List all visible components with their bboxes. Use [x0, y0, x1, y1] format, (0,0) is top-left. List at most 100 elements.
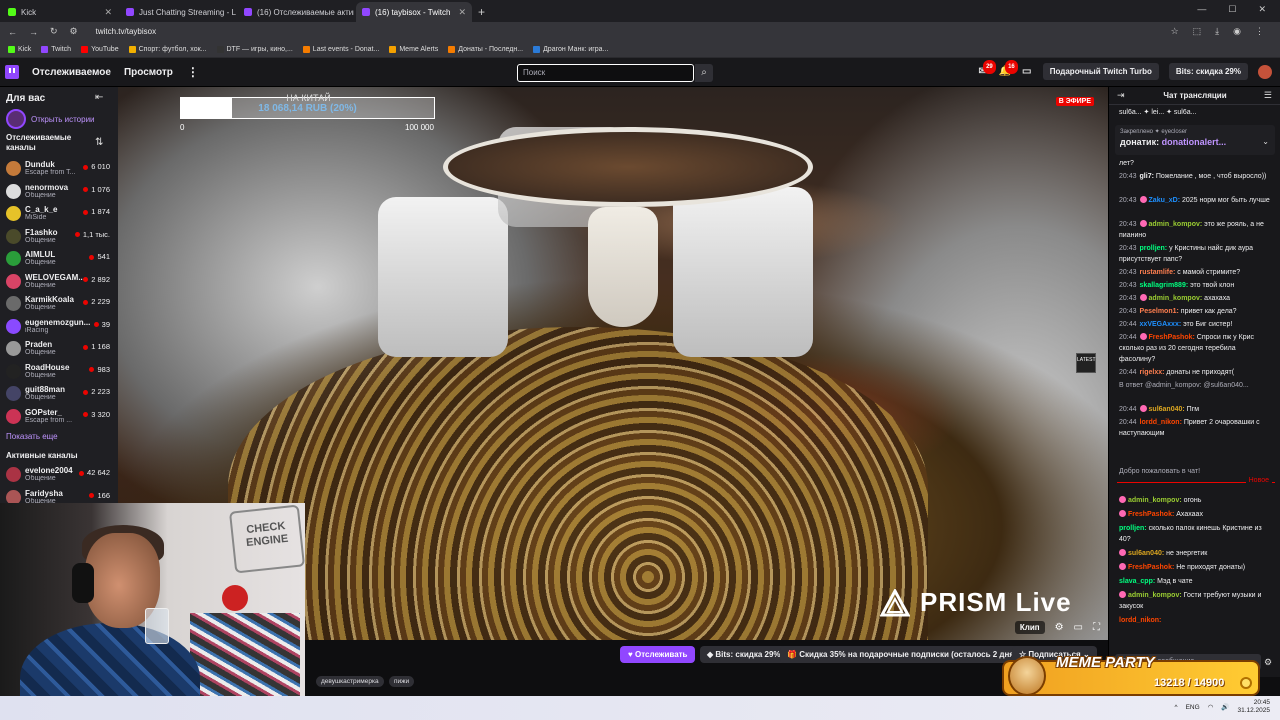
message-username[interactable]: xxVEGAxxx: — [1140, 321, 1182, 328]
message-username[interactable]: FreshPashok: — [1149, 334, 1195, 341]
collapse-sidebar-icon[interactable]: ⇤ — [95, 92, 103, 103]
bookmark-item[interactable]: Kick — [8, 45, 31, 53]
new-tab-button[interactable]: + — [478, 2, 485, 22]
downloads-icon[interactable]: ⤓ — [1215, 26, 1219, 37]
message-username[interactable]: admin_kompov: — [1149, 221, 1203, 228]
search-button[interactable]: ⌕ — [695, 64, 713, 82]
chat-settings-icon[interactable]: ⚙ — [1264, 657, 1272, 668]
notifications-icon[interactable]: 🔔16 — [999, 59, 1018, 78]
wifi-icon[interactable]: ◠ — [1208, 703, 1214, 711]
bits-discount-button[interactable]: Bits: скидка 29% — [1168, 63, 1248, 80]
profile-icon[interactable]: ◉ — [1233, 26, 1241, 37]
pinned-link[interactable]: donationalert... — [1162, 137, 1227, 147]
sidebar-channel-item[interactable]: WELOVEGAM... Общение 2 892 — [6, 271, 110, 293]
user-avatar[interactable] — [1258, 64, 1272, 79]
sidebar-channel-item[interactable]: C_a_k_e MiSide 1 874 — [6, 203, 110, 225]
message-username[interactable]: sul6an040: — [1128, 550, 1164, 557]
inbox-icon[interactable]: ✉ 29 — [977, 59, 996, 78]
bookmark-item[interactable]: Meme Alerts — [389, 45, 438, 53]
message-username[interactable]: rigelxx: — [1140, 369, 1165, 376]
sidebar-channel-item[interactable]: GOPster_ Escape from ... 3 320 — [6, 406, 110, 428]
gift-turbo-button[interactable]: Подарочный Twitch Turbo — [1042, 63, 1159, 80]
bits-button[interactable]: ◆ Bits: скидка 29% — [700, 646, 788, 663]
message-username[interactable]: slava_cpp: — [1119, 578, 1155, 585]
sidebar-channel-item[interactable]: guit88man Общение 2 223 — [6, 383, 110, 405]
nav-following[interactable]: Отслеживаемое — [32, 67, 111, 78]
bookmark-item[interactable]: YouTube — [81, 45, 119, 53]
close-tab-icon[interactable]: ✕ — [104, 7, 112, 18]
url-field[interactable]: twitch.tv/taybisox — [96, 27, 156, 36]
bookmark-item[interactable]: Twitch — [41, 45, 71, 53]
more-dots-icon[interactable]: ⋮ — [187, 65, 199, 79]
close-window-icon[interactable]: ✕ — [1258, 4, 1266, 15]
bookmark-item[interactable]: Донаты - Последн... — [448, 45, 523, 53]
tag-chip[interactable]: пижи — [389, 676, 415, 687]
forward-icon[interactable]: → — [29, 27, 38, 37]
follow-button[interactable]: ♥ Отслеживать — [620, 646, 696, 663]
sidebar-channel-item[interactable]: eugenemozgun... iRacing 39 — [6, 316, 110, 338]
back-icon[interactable]: ← — [8, 27, 17, 37]
message-username[interactable]: Peselmon1: — [1140, 308, 1179, 315]
search-input[interactable]: Поиск — [517, 64, 694, 82]
tray-chevron-icon[interactable]: ^ — [1175, 704, 1178, 711]
maximize-icon[interactable]: ☐ — [1228, 4, 1236, 15]
whispers-icon[interactable]: ▭ — [1021, 66, 1033, 78]
pinned-message[interactable]: Закреплено ✦ eyecloser донатик: donation… — [1115, 125, 1275, 155]
message-username[interactable]: admin_kompov: — [1149, 295, 1203, 302]
message-username[interactable]: sul6an040: — [1149, 406, 1185, 413]
message-username[interactable]: lordd_nikon: — [1119, 617, 1161, 624]
badge-icon — [1119, 563, 1126, 570]
message-username[interactable]: Zaku_xD: — [1149, 197, 1181, 204]
site-info-icon[interactable]: ⚙ — [70, 26, 78, 37]
nav-browse[interactable]: Просмотр — [124, 67, 173, 78]
fullscreen-icon[interactable]: ⛶ — [1093, 622, 1100, 633]
message-username[interactable]: FreshPashok: — [1128, 511, 1174, 518]
message-username[interactable]: FreshPashok: — [1128, 564, 1174, 571]
message-username[interactable]: prolljen: — [1140, 245, 1168, 252]
sidebar-active-channel-item[interactable]: evelone2004 Общение 42 642 — [6, 464, 110, 486]
close-tab-icon[interactable]: ✕ — [458, 7, 466, 18]
minimize-icon[interactable]: — — [1197, 4, 1206, 15]
bookmark-item[interactable]: Спорт: футбол, хок... — [128, 45, 207, 53]
message-username[interactable]: admin_kompov: — [1128, 592, 1182, 599]
theater-mode-icon[interactable]: ▭ — [1074, 622, 1083, 633]
sidebar-channel-item[interactable]: AIMLUL Общение 541 — [6, 248, 110, 270]
sidebar-channel-item[interactable]: KarmikKoala Общение 2 229 — [6, 293, 110, 315]
chevron-down-icon[interactable]: ⌄ — [1262, 137, 1269, 146]
message-username[interactable]: lordd_nikon: — [1140, 419, 1182, 426]
collapse-chat-icon[interactable]: ⇥ — [1117, 90, 1125, 101]
sidebar-channel-item[interactable]: F1ashko Общение 1,1 тыс. — [6, 226, 110, 248]
gift-subs-button[interactable]: 🎁 Скидка 35% на подарочные подписки (ост… — [780, 646, 1024, 663]
tag-chip[interactable]: девушкастримерка — [316, 676, 384, 687]
message-username[interactable]: prolljen: — [1119, 525, 1147, 532]
sidebar-channel-item[interactable]: nenormova Общение 1 076 — [6, 181, 110, 203]
extensions-icon[interactable]: ⬚ — [1193, 26, 1202, 37]
browser-tab-taybisox[interactable]: (16) taybisox - Twitch ✕ — [356, 2, 472, 22]
bookmark-item[interactable]: Last events - Donat... — [302, 45, 379, 53]
bookmark-item[interactable]: DTF — игры, кино,... — [216, 45, 293, 53]
twitch-logo-icon[interactable] — [5, 65, 19, 79]
message-username[interactable]: skallagrim889: — [1140, 282, 1189, 289]
message-username[interactable]: admin_kompov: — [1128, 497, 1182, 504]
menu-dots-icon[interactable]: ⋮ — [1255, 26, 1264, 37]
volume-icon[interactable]: 🔊 — [1221, 703, 1229, 711]
bookmark-item[interactable]: Драгон Манк: игра... — [533, 45, 608, 53]
sidebar-channel-item[interactable]: Praden Общение 1 168 — [6, 338, 110, 360]
sort-icon[interactable]: ⇅ — [95, 137, 103, 148]
sidebar-channel-item[interactable]: RoadHouse Общение 983 — [6, 361, 110, 383]
sidebar-channel-item[interactable]: Dunduk Escape from T... 6 010 — [6, 158, 110, 180]
clock[interactable]: 20:45 31.12.2025 — [1237, 699, 1270, 715]
bookmark-star-icon[interactable]: ☆ — [1171, 26, 1179, 37]
browser-tab-just-chatting[interactable]: Just Chatting Streaming - Live✕ — [120, 2, 236, 22]
browser-tab-following[interactable]: (16) Отслеживаемые активны✕ — [238, 2, 354, 22]
clip-button[interactable]: Клип — [1014, 621, 1045, 634]
show-more-link[interactable]: Показать еще — [6, 432, 58, 441]
settings-gear-icon[interactable]: ⚙ — [1055, 622, 1064, 633]
reload-icon[interactable]: ↻ — [50, 26, 58, 37]
message-username[interactable]: rustamlife: — [1140, 269, 1176, 276]
message-username[interactable]: gli7: — [1140, 173, 1154, 180]
language-indicator[interactable]: ENG — [1186, 704, 1200, 711]
open-stories[interactable]: Открыть истории — [6, 109, 95, 129]
chat-users-icon[interactable]: ☰ — [1264, 90, 1272, 101]
browser-tab-kick[interactable]: Kick ✕ — [2, 2, 118, 22]
